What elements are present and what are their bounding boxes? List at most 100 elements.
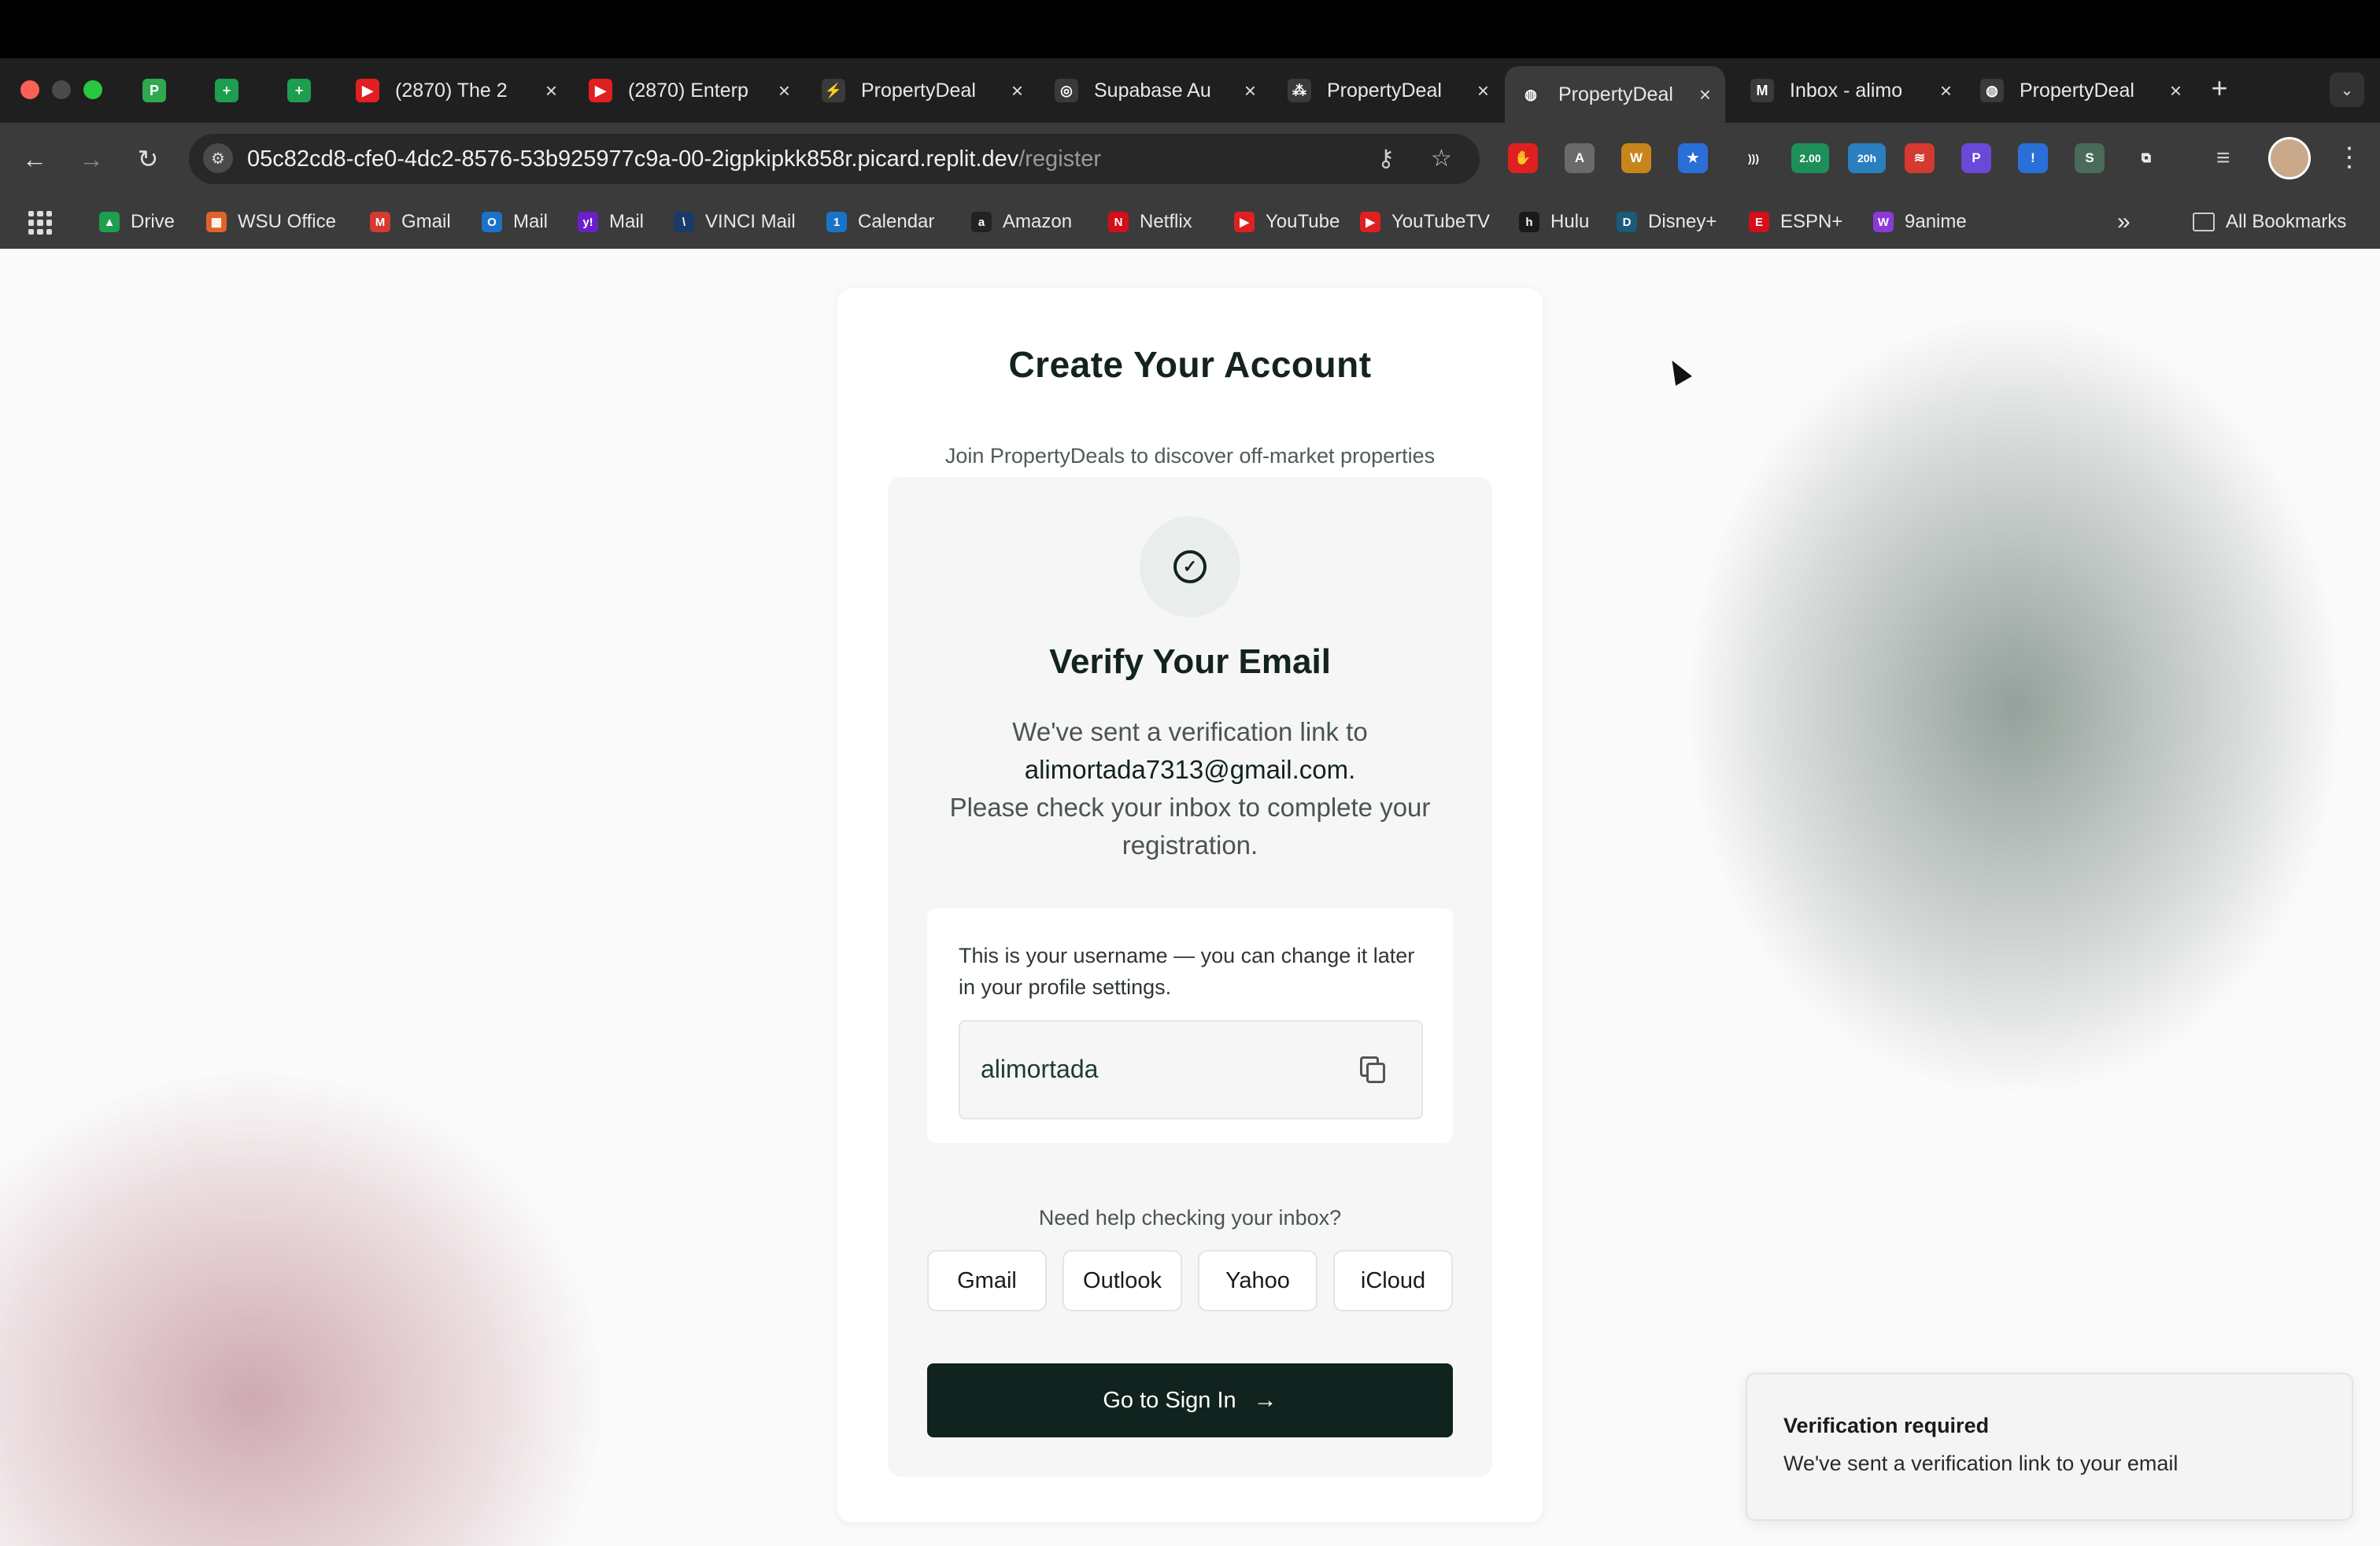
bookmark-favicon-icon: W <box>1873 212 1894 232</box>
extension-icon[interactable]: ! <box>2018 143 2048 173</box>
page-background: Create Your Account Join PropertyDeals t… <box>0 249 2380 1546</box>
help-text: Need help checking your inbox? <box>1038 1206 1342 1230</box>
bookmark-label: Mail <box>513 211 549 232</box>
forward-button[interactable]: → <box>74 142 109 176</box>
bookmark-item[interactable]: D Disney+ <box>1617 209 1717 235</box>
tab-close-icon[interactable]: × <box>1244 79 1256 103</box>
extension-icon[interactable]: ≋ <box>1905 143 1935 173</box>
copy-icon[interactable] <box>1360 1056 1385 1083</box>
close-window-button[interactable] <box>20 80 39 99</box>
page-subtitle: Join PropertyDeals to discover off-marke… <box>944 444 1436 468</box>
tab-title: PropertyDeal <box>1327 79 1442 102</box>
extension-icon[interactable]: A <box>1565 143 1595 173</box>
username-note: This is your username — you can change i… <box>959 944 1415 999</box>
outlook-button[interactable]: Outlook <box>1062 1250 1182 1311</box>
bookmark-favicon-icon: h <box>1519 212 1539 232</box>
password-key-icon[interactable]: ⚷ <box>1377 145 1395 172</box>
extension-icon[interactable]: P <box>1961 143 1991 173</box>
tab-close-icon[interactable]: × <box>1011 79 1023 103</box>
extension-icon[interactable]: S <box>2075 143 2105 173</box>
profile-avatar[interactable] <box>2268 137 2311 179</box>
site-info-icon[interactable]: ⚙ <box>203 143 233 173</box>
extension-icon[interactable]: W <box>1621 143 1651 173</box>
tab-close-icon[interactable]: × <box>1699 83 1711 107</box>
tab-favicon-icon: + <box>215 79 238 102</box>
verify-message: We've sent a verification link to alimor… <box>935 713 1445 864</box>
bookmark-item[interactable]: ▦ WSU Office <box>206 209 336 235</box>
extension-icon[interactable]: ★ <box>1678 143 1708 173</box>
folder-icon <box>2193 213 2215 231</box>
tab-close-icon[interactable]: × <box>2170 79 2182 103</box>
bookmark-item[interactable]: ▶ YouTubeTV <box>1360 209 1490 235</box>
browser-tab[interactable]: ◍ PropertyDeal × <box>1966 66 2196 115</box>
bookmark-favicon-icon: O <box>482 212 502 232</box>
bookmark-favicon-icon: M <box>370 212 390 232</box>
bookmark-favicon-icon: ▶ <box>1234 212 1255 232</box>
bookmark-item[interactable]: \ VINCI Mail <box>674 209 796 235</box>
browser-tab[interactable]: ▶ (2870) The 2 × <box>342 66 571 115</box>
browser-tab[interactable]: ◎ Supabase Au × <box>1040 66 1270 115</box>
verify-line: We've sent a verification link to <box>1012 717 1368 746</box>
extension-icon[interactable]: ⧉ <box>2131 143 2161 173</box>
sign-in-label: Go to Sign In <box>1103 1387 1236 1413</box>
bookmark-item[interactable]: M Gmail <box>370 209 451 235</box>
maximize-window-button[interactable] <box>83 80 102 99</box>
gmail-button[interactable]: Gmail <box>927 1250 1047 1311</box>
new-tab-button[interactable]: + <box>2201 69 2238 107</box>
bookmark-item[interactable]: N Netflix <box>1108 209 1192 235</box>
pinned-tab[interactable]: + <box>205 66 249 115</box>
bookmark-item[interactable]: 1 Calendar <box>826 209 934 235</box>
tab-close-icon[interactable]: × <box>778 79 790 103</box>
bookmark-label: Mail <box>609 211 645 232</box>
username-field: alimortada <box>959 1020 1423 1119</box>
yahoo-button[interactable]: Yahoo <box>1198 1250 1318 1311</box>
tab-favicon-icon: ▶ <box>356 79 379 102</box>
extension-icon[interactable]: 2.00 <box>1791 143 1829 173</box>
apps-grid-icon[interactable] <box>28 211 52 235</box>
bookmark-item[interactable]: W 9anime <box>1873 209 1967 235</box>
tab-search-button[interactable]: ⌄ <box>2330 72 2364 107</box>
tab-favicon-icon: ◍ <box>1519 83 1543 106</box>
tab-close-icon[interactable]: × <box>1940 79 1952 103</box>
tab-close-icon[interactable]: × <box>1477 79 1489 103</box>
browser-tab[interactable]: ⁂ PropertyDeal × <box>1273 66 1503 115</box>
bookmark-item[interactable]: E ESPN+ <box>1749 209 1842 235</box>
all-bookmarks-folder[interactable]: All Bookmarks <box>2193 209 2346 235</box>
bookmark-item[interactable]: h Hulu <box>1519 209 1589 235</box>
extension-icon[interactable]: ✋ <box>1508 143 1538 173</box>
bookmarks-overflow-icon[interactable]: » <box>2117 209 2131 235</box>
bookmark-item[interactable]: O Mail <box>482 209 548 235</box>
bookmark-favicon-icon: ▦ <box>206 212 227 232</box>
pinned-tab[interactable]: P <box>132 66 176 115</box>
browser-menu-icon[interactable]: ⋮ <box>2336 142 2363 173</box>
arrow-right-icon: → <box>1253 1387 1277 1413</box>
tab-close-icon[interactable]: × <box>545 79 557 103</box>
bookmark-label: Disney+ <box>1648 211 1717 232</box>
tab-title: PropertyDeal <box>861 79 976 102</box>
reload-button[interactable]: ↻ <box>131 142 165 176</box>
bookmark-label: YouTubeTV <box>1391 211 1490 232</box>
bookmark-item[interactable]: ▲ Drive <box>99 209 175 235</box>
os-top-bar <box>0 0 2380 58</box>
tab-favicon-icon: P <box>142 79 166 102</box>
minimize-window-button[interactable] <box>52 80 71 99</box>
bookmark-favicon-icon: \ <box>674 212 694 232</box>
back-button[interactable]: ← <box>17 142 52 176</box>
browser-tab[interactable]: ◍ PropertyDeal × <box>1505 66 1725 123</box>
bookmark-item[interactable]: ▶ YouTube <box>1234 209 1340 235</box>
extension-icon[interactable]: ))) <box>1735 143 1772 173</box>
bookmark-item[interactable]: a Amazon <box>971 209 1072 235</box>
extension-icon[interactable]: 20h <box>1848 143 1886 173</box>
go-to-sign-in-button[interactable]: Go to Sign In → <box>927 1363 1453 1437</box>
browser-tab[interactable]: ⚡ PropertyDeal × <box>808 66 1037 115</box>
bookmark-item[interactable]: y! Mail <box>578 209 644 235</box>
bookmark-label: WSU Office <box>238 211 336 232</box>
bookmark-favicon-icon: E <box>1749 212 1769 232</box>
pinned-tab[interactable]: + <box>277 66 321 115</box>
bookmark-star-icon[interactable]: ☆ <box>1431 145 1452 172</box>
media-control-icon[interactable]: ≡ <box>2216 145 2230 172</box>
icloud-button[interactable]: iCloud <box>1333 1250 1453 1311</box>
browser-tab[interactable]: M Inbox - alimo × <box>1736 66 1966 115</box>
url-text[interactable]: 05c82cd8-cfe0-4dc2-8576-53b925977c9a-00-… <box>247 146 1101 172</box>
browser-tab[interactable]: ▶ (2870) Enterp × <box>575 66 804 115</box>
